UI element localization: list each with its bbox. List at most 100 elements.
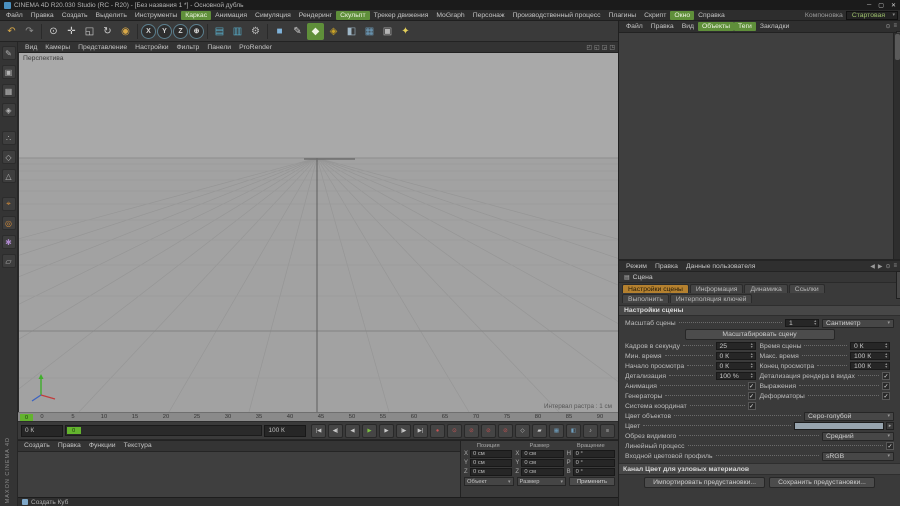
apply-button[interactable]: Применить: [569, 477, 615, 486]
x-axis-lock-button[interactable]: X: [141, 23, 156, 39]
project-scale-field[interactable]: 1 ▲ ▼: [785, 319, 819, 327]
tab-4[interactable]: Ссылки: [788, 284, 825, 293]
maximize-icon[interactable]: ▢: [878, 2, 884, 9]
coordinate-system-button[interactable]: ⊕: [189, 23, 204, 39]
attribute-menu-1[interactable]: Режим: [622, 262, 651, 271]
attribute-menu-3[interactable]: Данные пользователя: [682, 262, 760, 271]
add-spline-icon[interactable]: ✎: [289, 23, 306, 40]
spinner-icon[interactable]: ▲ ▼: [885, 352, 888, 359]
menu-item-11[interactable]: Трекер движения: [370, 11, 433, 20]
viewport-menu-7[interactable]: ProRender: [235, 43, 276, 52]
spin-down-icon[interactable]: ▼: [750, 345, 753, 349]
timeline-end-field[interactable]: 100 К: [264, 424, 306, 437]
undo-icon[interactable]: ↶: [3, 23, 20, 40]
lock-workplane-icon[interactable]: ▱: [1, 254, 16, 268]
preview-start-field[interactable]: 0 К ▲ ▼: [715, 362, 756, 370]
menu-item-12[interactable]: MoGraph: [432, 11, 468, 20]
presets-import-button[interactable]: Импортировать предустановки...: [644, 477, 766, 488]
search-icon[interactable]: ⊙: [885, 23, 890, 30]
spin-down-icon[interactable]: ▼: [750, 375, 753, 379]
project-scale-unit-dropdown[interactable]: Сантиметр ▾: [822, 318, 894, 328]
viewport-menu-1[interactable]: Вид: [21, 43, 41, 52]
scrollbar[interactable]: [893, 33, 900, 259]
object-manager-menu-5[interactable]: Теги: [734, 22, 756, 31]
power-slider[interactable]: 0: [64, 425, 263, 436]
add-generator-icon[interactable]: ◆: [307, 22, 324, 40]
object-manager-menu-4[interactable]: Объекты: [697, 22, 735, 31]
workplane-mode-icon[interactable]: ◈: [1, 103, 16, 117]
spinner-icon[interactable]: ▲ ▼: [750, 372, 753, 379]
menu-item-2[interactable]: Правка: [27, 11, 58, 20]
record-rotation-button[interactable]: ⊘: [497, 423, 513, 438]
menu-item-17[interactable]: Окно: [670, 10, 695, 20]
object-manager-menu-1[interactable]: Файл: [622, 22, 647, 31]
color-swatch[interactable]: [794, 422, 884, 430]
live-selection-icon[interactable]: ⊙: [45, 23, 62, 40]
preview-end-field[interactable]: 100 К ▲ ▼: [850, 362, 890, 370]
spin-down-icon[interactable]: ▼: [885, 355, 888, 359]
coord-field[interactable]: 0 см: [470, 450, 513, 458]
record-parameter-button[interactable]: ◇: [514, 423, 530, 438]
points-mode-icon[interactable]: ∴: [1, 131, 16, 145]
render-picture-viewer-icon[interactable]: ▥: [229, 23, 246, 40]
timeline-ruler[interactable]: 0 0 5 10 15 20 25 30 35 40 45 50 55 60 65 70 75 80 85 90: [18, 412, 618, 422]
z-axis-lock-button[interactable]: Z: [173, 23, 188, 39]
menu-item-8[interactable]: Симуляция: [251, 11, 295, 20]
menu-item-10[interactable]: Скульпт: [336, 10, 370, 20]
spin-down-icon[interactable]: ▼: [885, 365, 888, 369]
material-menu-2[interactable]: Правка: [54, 441, 85, 451]
coord-field[interactable]: 0 см: [470, 468, 513, 476]
move-icon[interactable]: ✛: [63, 23, 80, 40]
close-icon[interactable]: ✕: [891, 2, 896, 9]
object-manager-body[interactable]: [619, 33, 900, 259]
perspective-viewport[interactable]: Перспектива Интервал растра : 1 см: [18, 53, 618, 412]
environment-icon[interactable]: ◧: [343, 23, 360, 40]
coord-field[interactable]: 0 °: [572, 468, 615, 476]
viewport-menu-2[interactable]: Камеры: [41, 43, 74, 52]
pan-view-icon[interactable]: ◰: [586, 44, 592, 51]
menu-item-4[interactable]: Выделить: [92, 11, 131, 20]
presets-save-button[interactable]: Сохранить предустановки...: [769, 477, 875, 488]
menu-item-7[interactable]: Анимация: [211, 11, 251, 20]
max-time-field[interactable]: 100 К ▲ ▼: [850, 352, 890, 360]
record-pla-button[interactable]: ▰: [531, 423, 547, 438]
scale-icon[interactable]: ◱: [81, 23, 98, 40]
prev-frame-button[interactable]: ◀: [344, 423, 360, 438]
spinner-icon[interactable]: ▲ ▼: [750, 362, 753, 369]
tab-2[interactable]: Информация: [689, 284, 744, 293]
deformers-checkbox[interactable]: ✓: [882, 392, 890, 400]
menu-item-5[interactable]: Инструменты: [131, 11, 181, 20]
menu-item-3[interactable]: Создать: [58, 11, 92, 20]
next-key-button[interactable]: |▶: [395, 423, 411, 438]
object-manager-menu-6[interactable]: Закладки: [756, 22, 793, 31]
frame-options-button[interactable]: ≡: [599, 423, 615, 438]
enable-axis-icon[interactable]: ⌖: [1, 197, 16, 211]
history-forward-icon[interactable]: ▶: [878, 263, 883, 270]
y-axis-lock-button[interactable]: Y: [157, 23, 172, 39]
texture-mode-icon[interactable]: ▦: [1, 84, 16, 98]
object-color-dropdown[interactable]: Серо-голубой ▾: [804, 411, 894, 421]
input-color-profile-dropdown[interactable]: sRGB ▾: [822, 451, 894, 461]
playback-options-button[interactable]: ▦: [548, 423, 564, 438]
edges-mode-icon[interactable]: ◇: [1, 150, 16, 164]
goto-start-button[interactable]: |◀: [310, 423, 326, 438]
spinner-icon[interactable]: ▲ ▼: [750, 342, 753, 349]
coord-field[interactable]: 0 °: [572, 459, 615, 467]
menu-item-14[interactable]: Производственный процесс: [509, 11, 605, 20]
lod-field[interactable]: 100 % ▲ ▼: [715, 372, 756, 380]
coord-field[interactable]: 0 см: [521, 459, 564, 467]
spinner-icon[interactable]: ▲ ▼: [885, 362, 888, 369]
record-scale-button[interactable]: ⊘: [480, 423, 496, 438]
polygons-mode-icon[interactable]: △: [1, 169, 16, 183]
spin-down-icon[interactable]: ▼: [814, 322, 817, 326]
generators-checkbox[interactable]: ✓: [747, 392, 756, 400]
history-back-icon[interactable]: ◀: [870, 263, 875, 270]
scene-time-field[interactable]: 0 К ▲ ▼: [850, 342, 890, 350]
timeline-current-frame-marker[interactable]: 0: [20, 414, 33, 421]
camera-icon[interactable]: ▣: [379, 23, 396, 40]
material-menu-1[interactable]: Создать: [20, 441, 54, 451]
spin-down-icon[interactable]: ▼: [885, 345, 888, 349]
timeline-start-field[interactable]: 0 К: [21, 424, 63, 437]
viewport-menu-4[interactable]: Настройки: [131, 43, 172, 52]
power-slider-thumb[interactable]: 0: [66, 427, 81, 434]
